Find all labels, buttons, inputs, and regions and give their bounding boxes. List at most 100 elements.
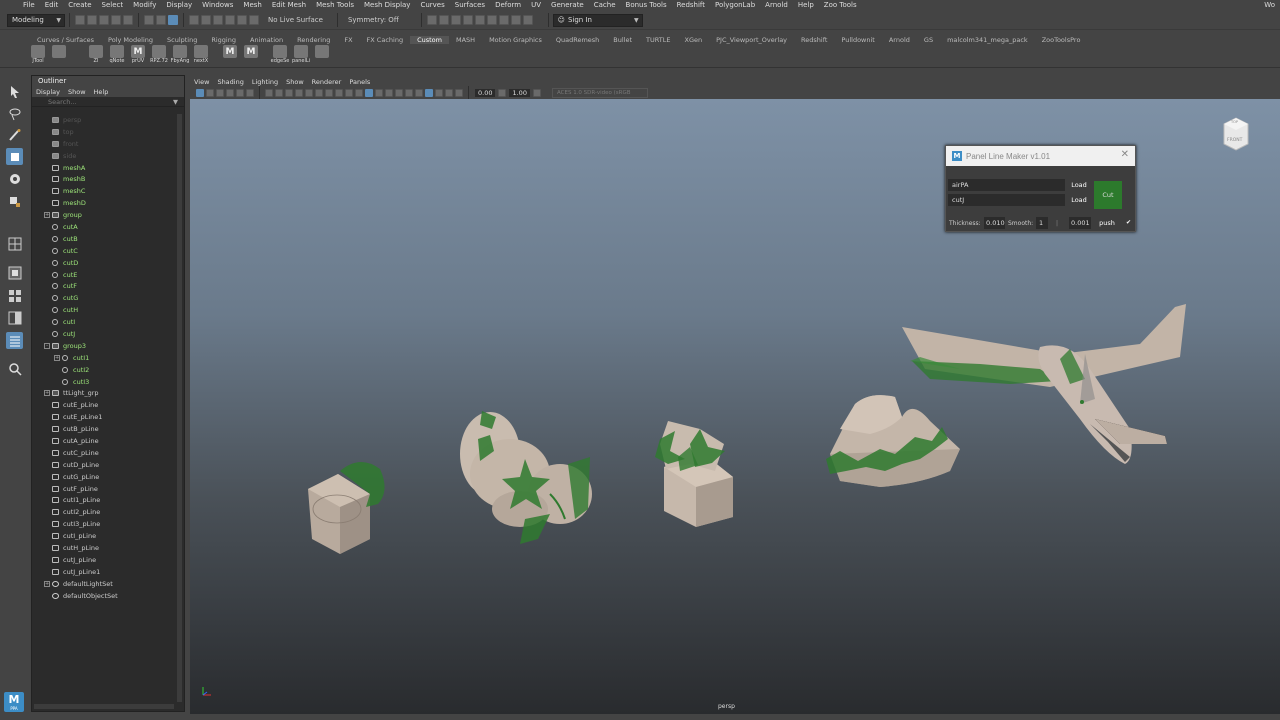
select-component-icon[interactable]	[168, 15, 178, 25]
expand-icon[interactable]: +	[44, 390, 50, 397]
shelf-tab-pulldownit[interactable]: Pulldownit	[834, 36, 881, 44]
shelf-tab-turtle[interactable]: TURTLE	[639, 36, 677, 44]
snap-surface-icon[interactable]	[237, 15, 247, 25]
maya-logo[interactable]: M PPA	[4, 692, 24, 712]
outliner-item-cute[interactable]: cutE	[32, 269, 178, 281]
shelf-button[interactable]: nextX	[191, 45, 211, 67]
menu-deform[interactable]: Deform	[490, 1, 526, 9]
layout-split-icon[interactable]	[6, 309, 23, 326]
outliner-item-defaultobjectset[interactable]: defaultObjectSet	[32, 590, 178, 602]
menu-overflow[interactable]: Wo	[1259, 1, 1280, 9]
color-management-icon[interactable]	[532, 88, 541, 97]
shadows-icon[interactable]	[405, 88, 413, 97]
shelf-tab-fx[interactable]: FX	[337, 36, 359, 44]
single-pane-icon[interactable]	[6, 235, 23, 252]
outliner-item-group3[interactable]: - group3	[32, 340, 178, 352]
menu-mesh-tools[interactable]: Mesh Tools	[311, 1, 359, 9]
outliner-item-cuti-pline[interactable]: cutI_pLine	[32, 530, 178, 542]
outliner-menu-show[interactable]: Show	[64, 88, 90, 96]
load-mesh-button[interactable]: Load	[1068, 179, 1090, 191]
outliner-item-cutg[interactable]: cutG	[32, 292, 178, 304]
viewport-menu-lighting[interactable]: Lighting	[248, 78, 282, 86]
chevron-down-icon[interactable]: ▼	[173, 97, 178, 107]
menu-curves[interactable]: Curves	[415, 1, 449, 9]
live-surface-label[interactable]: No Live Surface	[268, 16, 323, 24]
lasso-tool-icon[interactable]	[6, 105, 23, 122]
outliner-item-cute-pline[interactable]: cutE_pLine	[32, 399, 178, 411]
shelf-button[interactable]: MprUV	[128, 45, 148, 67]
2d-pan-icon[interactable]	[246, 88, 254, 97]
shelf-tab-fx-caching[interactable]: FX Caching	[360, 36, 411, 44]
outliner-item-cuti3-pline[interactable]: cutI3_pLine	[32, 518, 178, 530]
open-scene-icon[interactable]	[87, 15, 97, 25]
film-gate-icon[interactable]	[275, 88, 283, 97]
gate-mask-icon[interactable]	[295, 88, 303, 97]
shelf-button[interactable]: qNote	[107, 45, 127, 67]
checkmark-icon[interactable]: ✔	[1126, 219, 1131, 226]
shelf-tab-pjc-viewport-overlay[interactable]: PJC_Viewport_Overlay	[709, 36, 794, 44]
xray-joints-icon[interactable]	[385, 88, 393, 97]
render-region-icon[interactable]	[438, 15, 449, 25]
sign-in-dropdown[interactable]: ☺ Sign In ▼	[552, 13, 643, 27]
outliner-item-ttlight-grp[interactable]: + ttLight_grp	[32, 387, 178, 399]
outliner-item-defaultlightset[interactable]: + defaultLightSet	[32, 578, 178, 590]
rotate-tool-icon[interactable]	[6, 170, 23, 187]
outliner-item-cutb[interactable]: cutB	[32, 233, 178, 245]
pause-icon[interactable]	[522, 15, 533, 25]
menu-file[interactable]: File	[18, 1, 40, 9]
shelf-tab-malcolm341-mega-pack[interactable]: malcolm341_mega_pack	[940, 36, 1035, 44]
grid-icon[interactable]	[265, 88, 273, 97]
load-curve-button[interactable]: Load	[1068, 194, 1090, 206]
shelf-tab-redshift[interactable]: Redshift	[794, 36, 834, 44]
shelf-button[interactable]: JTool	[28, 45, 48, 67]
shelf-button[interactable]	[312, 45, 332, 67]
outliner-item-meshc[interactable]: meshC	[32, 185, 178, 197]
outliner-item-cuta-pline[interactable]: cutA_pLine	[32, 435, 178, 447]
gamma-icon[interactable]	[498, 88, 507, 97]
ipr-icon[interactable]	[450, 15, 461, 25]
outliner-vscrollbar[interactable]	[177, 114, 182, 702]
outliner-item-cutd[interactable]: cutD	[32, 257, 178, 269]
move-tool-icon[interactable]	[6, 148, 23, 165]
bookmark-icon[interactable]	[216, 88, 224, 97]
outliner-item-group[interactable]: + group	[32, 209, 178, 221]
plm-titlebar[interactable]: M Panel Line Maker v1.01 ✕	[946, 146, 1135, 166]
push-button[interactable]: push	[1095, 217, 1119, 229]
shelf-tab-arnold[interactable]: Arnold	[882, 36, 917, 44]
outliner-item-cutc[interactable]: cutC	[32, 245, 178, 257]
outliner-item-cuta[interactable]: cutA	[32, 221, 178, 233]
outliner-item-cuti[interactable]: cutI	[32, 316, 178, 328]
outliner-item-cutj-pline1[interactable]: cutJ_pLine1	[32, 566, 178, 578]
shelf-tab-gs[interactable]: GS	[917, 36, 940, 44]
shelf-tab-xgen[interactable]: XGen	[678, 36, 710, 44]
shelf-tab-rendering[interactable]: Rendering	[290, 36, 337, 44]
outliner-item-cutd-pline[interactable]: cutD_pLine	[32, 459, 178, 471]
select-hierarchy-icon[interactable]	[144, 15, 154, 25]
menu-cache[interactable]: Cache	[589, 1, 621, 9]
viewport-menu-shading[interactable]: Shading	[213, 78, 247, 86]
menuset-dropdown[interactable]: Modeling ▼	[7, 13, 65, 27]
menu-zoo-tools[interactable]: Zoo Tools	[819, 1, 862, 9]
image-plane-icon[interactable]	[226, 88, 234, 97]
shelf-button[interactable]: ZI	[86, 45, 106, 67]
isolate-select-icon[interactable]	[425, 88, 433, 97]
outliner-item-meshd[interactable]: meshD	[32, 197, 178, 209]
depth-of-field-icon[interactable]	[455, 88, 463, 97]
menu-uv[interactable]: UV	[526, 1, 546, 9]
motion-blur-icon[interactable]	[435, 88, 443, 97]
cut-button[interactable]: Cut	[1094, 181, 1122, 209]
viewport-menu-renderer[interactable]: Renderer	[308, 78, 346, 86]
outliner-search[interactable]: Search... ▼	[32, 97, 184, 107]
shelf-tab-motion-graphics[interactable]: Motion Graphics	[482, 36, 549, 44]
outliner-menu-help[interactable]: Help	[90, 88, 113, 96]
outliner-item-cutb-pline[interactable]: cutB_pLine	[32, 423, 178, 435]
smooth-field[interactable]: 1	[1036, 217, 1048, 229]
shelf-tab-rigging[interactable]: Rigging	[204, 36, 243, 44]
use-all-lights-icon[interactable]	[395, 88, 403, 97]
resolution-gate-icon[interactable]	[285, 88, 293, 97]
snap-grid-icon[interactable]	[189, 15, 199, 25]
layout-grid-icon[interactable]	[6, 287, 23, 304]
search-icon[interactable]	[6, 360, 23, 377]
ambient-occlusion-icon[interactable]	[415, 88, 423, 97]
shelf-button[interactable]	[49, 45, 69, 67]
